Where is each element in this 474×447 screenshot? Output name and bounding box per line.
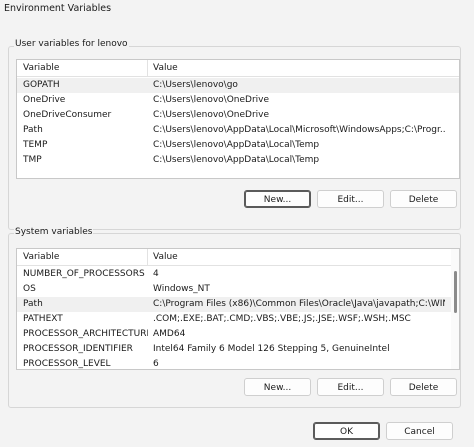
variable-name: PROCESSOR_LEVEL [23,359,111,369]
variable-value: C:\Users\lenovo\AppData\Local\Temp [153,155,320,165]
variable-name: NUMBER_OF_PROCESSORS [23,269,145,279]
title-bar: Environment Variables [0,0,474,20]
variable-value: C:\Users\lenovo\go [153,80,238,90]
column-header-variable[interactable]: Variable [23,252,59,262]
column-divider[interactable] [147,60,148,76]
variable-value: AMD64 [153,329,186,339]
table-row[interactable]: PROCESSOR_ARCHITECTURE AMD64 [17,327,459,342]
table-row[interactable]: Path C:\Users\lenovo\AppData\Local\Micro… [17,123,459,138]
table-row[interactable]: PROCESSOR_IDENTIFIER Intel64 Family 6 Mo… [17,342,459,357]
variable-value: C:\Program Files (x86)\Common Files\Orac… [153,299,445,309]
variable-value: 6 [153,359,159,369]
user-edit-button[interactable]: Edit... [317,190,384,208]
table-row[interactable]: OneDrive C:\Users\lenovo\OneDrive [17,93,459,108]
user-delete-button[interactable]: Delete [390,190,457,208]
table-row[interactable]: Path C:\Program Files (x86)\Common Files… [17,297,459,312]
user-new-button[interactable]: New... [244,190,311,208]
table-row[interactable]: PATHEXT .COM;.EXE;.BAT;.CMD;.VBS;.VBE;.J… [17,312,459,327]
variable-name: PROCESSOR_IDENTIFIER [23,344,133,354]
variable-name: GOPATH [23,80,60,90]
system-list-header: Variable Value [17,249,459,266]
variable-name: Path [23,125,43,135]
column-header-variable[interactable]: Variable [23,63,59,73]
variable-name: Path [23,299,43,309]
variable-value: .COM;.EXE;.BAT;.CMD;.VBS;.VBE;.JS;.JSE;.… [153,314,411,324]
system-variables-label: System variables [14,227,94,237]
column-header-value[interactable]: Value [153,252,178,262]
system-new-button[interactable]: New... [244,378,311,396]
user-variables-list[interactable]: Variable Value GOPATH C:\Users\lenovo\go… [16,59,460,179]
table-row[interactable]: GOPATH C:\Users\lenovo\go [17,78,459,93]
window-title: Environment Variables [4,3,112,14]
system-edit-button[interactable]: Edit... [317,378,384,396]
variable-value: C:\Users\lenovo\OneDrive [153,95,270,105]
system-list-scrollbar[interactable] [451,249,459,369]
system-delete-button[interactable]: Delete [390,378,457,396]
scrollbar-thumb[interactable] [454,271,457,313]
ok-button[interactable]: OK [313,422,380,440]
variable-name: OneDrive [23,95,66,105]
table-row[interactable]: NUMBER_OF_PROCESSORS 4 [17,267,459,282]
variable-name: TEMP [23,140,48,150]
variable-name: PROCESSOR_ARCHITECTURE [23,329,148,339]
variable-value: C:\Users\lenovo\AppData\Local\Microsoft\… [153,125,445,135]
variable-value: C:\Users\lenovo\OneDrive [153,110,270,120]
variable-name: PATHEXT [23,314,63,324]
column-header-value[interactable]: Value [153,63,178,73]
variable-value: 4 [153,269,159,279]
table-row[interactable]: TMP C:\Users\lenovo\AppData\Local\Temp [17,153,459,168]
table-row[interactable]: OneDriveConsumer C:\Users\lenovo\OneDriv… [17,108,459,123]
variable-value: Intel64 Family 6 Model 126 Stepping 5, G… [153,344,390,354]
variable-name: OneDriveConsumer [23,110,112,120]
variable-value: Windows_NT [153,284,210,294]
system-variables-list[interactable]: Variable Value NUMBER_OF_PROCESSORS 4 OS… [16,248,460,370]
variable-name: TMP [23,155,42,165]
variable-value: C:\Users\lenovo\AppData\Local\Temp [153,140,320,150]
table-row[interactable]: PROCESSOR_LEVEL 6 [17,357,459,369]
table-row[interactable]: TEMP C:\Users\lenovo\AppData\Local\Temp [17,138,459,153]
table-row[interactable]: OS Windows_NT [17,282,459,297]
cancel-button[interactable]: Cancel [386,422,453,440]
column-divider[interactable] [147,249,148,265]
variable-name: OS [23,284,36,294]
user-variables-label: User variables for lenovo [14,39,129,49]
user-list-header: Variable Value [17,60,459,77]
